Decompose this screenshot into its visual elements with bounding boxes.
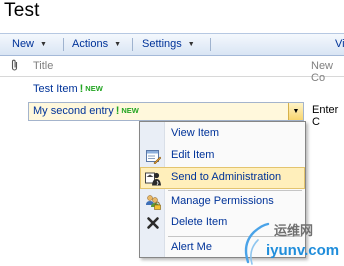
menu-item-manage-permissions[interactable]: Manage Permissions bbox=[141, 192, 304, 212]
chevron-down-icon: ▼ bbox=[187, 41, 195, 48]
menu-item-label: Delete Item bbox=[171, 216, 228, 228]
new-badge: NEW bbox=[121, 106, 139, 115]
list-item-title-link[interactable]: Test Item! NEW bbox=[33, 83, 103, 95]
page-title: Test bbox=[4, 0, 40, 21]
menu-item-label: Alert Me bbox=[171, 241, 212, 253]
menu-item-label: Manage Permissions bbox=[171, 195, 274, 207]
list-toolbar: New ▼ Actions ▼ Settings ▼ Vi bbox=[0, 33, 344, 56]
permissions-icon bbox=[146, 195, 161, 210]
menu-item-label: Edit Item bbox=[171, 149, 215, 161]
workflow-icon bbox=[145, 172, 161, 186]
chevron-down-icon: ▼ bbox=[114, 41, 122, 48]
toolbar-divider bbox=[63, 38, 64, 51]
new-badge: NEW bbox=[85, 84, 103, 93]
watermark-url: iyunv.com bbox=[266, 242, 340, 259]
view-menu-button[interactable]: Vi bbox=[335, 34, 344, 55]
watermark-text: 运维网 bbox=[274, 223, 314, 238]
menu-separator bbox=[168, 190, 302, 191]
menu-item-label: View Item bbox=[171, 127, 220, 139]
list-item: Test Item! NEW bbox=[0, 81, 344, 99]
enter-column-text: Enter C bbox=[312, 104, 339, 128]
menu-item-edit-item[interactable]: Edit Item bbox=[141, 146, 304, 166]
item-menu-dropdown-button[interactable]: ▼ bbox=[288, 103, 303, 120]
title-column-header[interactable]: Title bbox=[33, 60, 53, 72]
menu-item-send-to-administration[interactable]: Send to Administration bbox=[140, 167, 305, 189]
list-item-selected[interactable]: My second entry! NEW ▼ bbox=[28, 102, 304, 121]
delete-icon bbox=[147, 217, 159, 229]
menu-item-view-item[interactable]: View Item bbox=[141, 124, 304, 144]
view-menu-label: Vi bbox=[335, 38, 344, 50]
settings-menu-label: Settings bbox=[142, 38, 182, 50]
toolbar-divider bbox=[132, 38, 133, 51]
settings-menu-button[interactable]: Settings ▼ bbox=[142, 34, 195, 55]
new-exclamation-icon: ! bbox=[115, 105, 120, 117]
new-exclamation-icon: ! bbox=[79, 83, 84, 95]
menu-item-label: Send to Administration bbox=[171, 171, 282, 183]
chevron-down-icon: ▼ bbox=[40, 41, 47, 48]
new-menu-button[interactable]: New ▼ bbox=[12, 34, 47, 55]
chevron-down-icon: ▼ bbox=[292, 108, 300, 115]
actions-menu-button[interactable]: Actions ▼ bbox=[72, 34, 121, 55]
edit-icon bbox=[146, 150, 161, 164]
list-item-title: My second entry bbox=[33, 105, 114, 117]
paperclip-icon[interactable] bbox=[10, 59, 19, 72]
watermark-logo: 运维网 iyunv.com bbox=[240, 220, 344, 266]
list-header: Title New Co bbox=[0, 56, 344, 84]
list-item-title-link[interactable]: My second entry! NEW bbox=[33, 105, 139, 117]
toolbar-divider bbox=[210, 38, 211, 51]
actions-menu-label: Actions bbox=[72, 38, 109, 50]
new-menu-label: New bbox=[12, 38, 35, 50]
list-item-title: Test Item bbox=[33, 83, 78, 95]
